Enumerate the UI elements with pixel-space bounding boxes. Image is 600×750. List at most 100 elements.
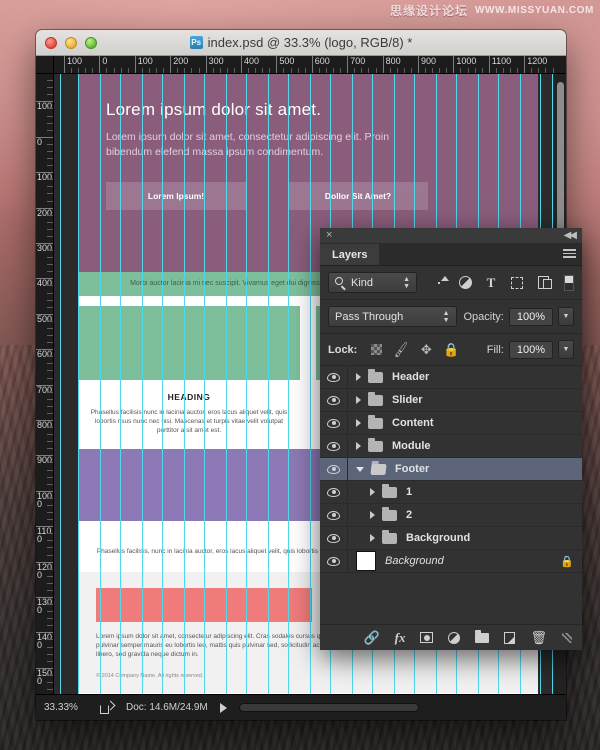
layer-visibility-toggle[interactable] bbox=[320, 550, 348, 572]
layer-row[interactable]: Background🔒 bbox=[320, 550, 582, 573]
layer-list[interactable]: HeaderSliderContentModuleFooter12Backgro… bbox=[320, 366, 582, 624]
chevron-down-icon[interactable] bbox=[356, 467, 364, 472]
chevron-updown-icon: ▲▼ bbox=[443, 310, 450, 324]
watermark-url: WWW.MISSYUAN.COM bbox=[475, 5, 594, 16]
horizontal-ruler[interactable]: 1000100200300400500600700800900100011001… bbox=[54, 56, 566, 74]
filter-icon-group: T bbox=[432, 275, 574, 291]
fill-value[interactable]: 100% bbox=[509, 341, 553, 359]
opacity-dropdown-icon[interactable]: ▼ bbox=[558, 307, 574, 326]
layer-row[interactable]: 1 bbox=[320, 481, 582, 504]
blend-row: Pass Through ▲▼ Opacity: 100% ▼ bbox=[320, 300, 582, 334]
layer-row[interactable]: Footer bbox=[320, 458, 582, 481]
layer-row[interactable]: Content bbox=[320, 412, 582, 435]
add-mask-icon[interactable] bbox=[420, 632, 433, 643]
opacity-value[interactable]: 100% bbox=[509, 308, 553, 326]
play-icon[interactable] bbox=[220, 703, 227, 713]
footer-image-block bbox=[96, 588, 312, 622]
adjustment-layer-icon[interactable] bbox=[448, 632, 460, 644]
filter-toggle-icon[interactable] bbox=[564, 275, 574, 291]
layer-visibility-toggle[interactable] bbox=[320, 389, 348, 411]
layer-visibility-toggle[interactable] bbox=[320, 458, 348, 480]
ruler-tick: 100 bbox=[135, 56, 153, 74]
folder-icon bbox=[382, 487, 397, 498]
layer-row[interactable]: Background bbox=[320, 527, 582, 550]
ruler-minor-tick bbox=[47, 378, 54, 379]
chevron-right-icon[interactable] bbox=[370, 488, 375, 496]
ruler-minor-tick bbox=[47, 682, 54, 683]
lock-transparent-pixels-icon[interactable] bbox=[371, 344, 382, 355]
ruler-minor-tick bbox=[47, 222, 54, 223]
tab-layers[interactable]: Layers bbox=[320, 244, 379, 265]
lock-image-pixels-icon[interactable]: 🖌 bbox=[393, 341, 409, 357]
close-window-button[interactable] bbox=[45, 37, 57, 49]
hero-primary-button[interactable]: Lorem Ipsum! bbox=[106, 182, 246, 210]
panel-bottom-toolbar: 🔗 fx 🗑 bbox=[320, 624, 582, 650]
ruler-minor-tick bbox=[47, 441, 54, 442]
shape-layer-icon[interactable] bbox=[511, 277, 523, 289]
ruler-minor-tick bbox=[47, 370, 54, 371]
doc-size-label: Doc: 14.6M/24.9M bbox=[126, 702, 208, 713]
layer-row[interactable]: Slider bbox=[320, 389, 582, 412]
chevron-right-icon[interactable] bbox=[370, 534, 375, 542]
column-text: Phasellus facilisis nunc in lacinia auct… bbox=[78, 408, 300, 435]
collapse-panel-icon[interactable]: ◀◀ bbox=[564, 230, 575, 241]
ruler-tick: 200 bbox=[170, 56, 188, 74]
ruler-tick: 300 bbox=[206, 56, 224, 74]
layer-row[interactable]: Header bbox=[320, 366, 582, 389]
layer-visibility-toggle[interactable] bbox=[320, 412, 348, 434]
panel-topbar: × ◀◀ bbox=[320, 228, 582, 244]
layer-row[interactable]: Module bbox=[320, 435, 582, 458]
layer-visibility-toggle[interactable] bbox=[320, 481, 348, 503]
chevron-right-icon[interactable] bbox=[356, 396, 361, 404]
ruler-minor-tick bbox=[47, 144, 54, 145]
chevron-right-icon[interactable] bbox=[356, 442, 361, 450]
ruler-corner[interactable] bbox=[36, 56, 54, 74]
ruler-minor-tick bbox=[47, 413, 54, 414]
blend-mode-select[interactable]: Pass Through ▲▼ bbox=[328, 306, 457, 327]
opacity-label: Opacity: bbox=[464, 311, 504, 323]
panel-menu-icon[interactable] bbox=[563, 249, 576, 260]
chevron-right-icon[interactable] bbox=[370, 511, 375, 519]
maximize-window-button[interactable] bbox=[85, 37, 97, 49]
adjustment-layer-icon[interactable] bbox=[459, 276, 472, 289]
lock-all-icon[interactable]: 🔒 bbox=[444, 343, 458, 357]
layer-visibility-toggle[interactable] bbox=[320, 435, 348, 457]
window-titlebar[interactable]: Ps index.psd @ 33.3% (logo, RGB/8) * bbox=[36, 30, 566, 56]
ruler-minor-tick bbox=[47, 229, 54, 230]
type-layer-icon[interactable]: T bbox=[484, 276, 498, 290]
link-layers-icon[interactable]: 🔗 bbox=[363, 630, 379, 646]
ruler-tick: 700 bbox=[347, 56, 365, 74]
ruler-minor-tick bbox=[47, 448, 54, 449]
smart-object-icon[interactable] bbox=[538, 276, 549, 289]
chevron-right-icon[interactable] bbox=[356, 373, 361, 381]
pixel-layer-icon[interactable] bbox=[438, 282, 440, 284]
status-scroll-track[interactable] bbox=[239, 703, 419, 712]
share-icon[interactable] bbox=[100, 702, 114, 714]
chevron-right-icon[interactable] bbox=[356, 419, 361, 427]
eye-icon bbox=[327, 419, 340, 428]
hero-secondary-button[interactable]: Dollor Sit Amet? bbox=[288, 182, 428, 210]
minimize-window-button[interactable] bbox=[65, 37, 77, 49]
new-layer-icon[interactable] bbox=[504, 632, 515, 644]
ruler-minor-tick bbox=[47, 186, 54, 187]
layer-style-icon[interactable]: fx bbox=[395, 630, 406, 646]
folder-icon bbox=[368, 372, 383, 383]
layer-visibility-toggle[interactable] bbox=[320, 366, 348, 388]
resize-grip-icon[interactable] bbox=[562, 633, 572, 643]
new-group-icon[interactable] bbox=[475, 633, 489, 643]
ruler-minor-tick bbox=[47, 392, 54, 393]
layer-visibility-toggle[interactable] bbox=[320, 504, 348, 526]
ruler-minor-tick bbox=[47, 250, 54, 251]
ruler-minor-tick bbox=[47, 108, 54, 109]
ruler-tick: 1100 bbox=[489, 56, 511, 74]
filter-kind-select[interactable]: Kind ▲▼ bbox=[328, 272, 417, 293]
zoom-level[interactable]: 33.33% bbox=[44, 702, 88, 713]
close-icon[interactable]: × bbox=[326, 230, 332, 241]
layer-row[interactable]: 2 bbox=[320, 504, 582, 527]
delete-layer-icon[interactable]: 🗑 bbox=[530, 630, 547, 646]
ruler-minor-tick bbox=[47, 87, 54, 88]
fill-dropdown-icon[interactable]: ▼ bbox=[558, 340, 574, 359]
vertical-ruler[interactable]: 2001000100200300400500600700800900100011… bbox=[36, 74, 54, 694]
layer-visibility-toggle[interactable] bbox=[320, 527, 348, 549]
lock-position-icon[interactable]: ✥ bbox=[419, 343, 433, 357]
